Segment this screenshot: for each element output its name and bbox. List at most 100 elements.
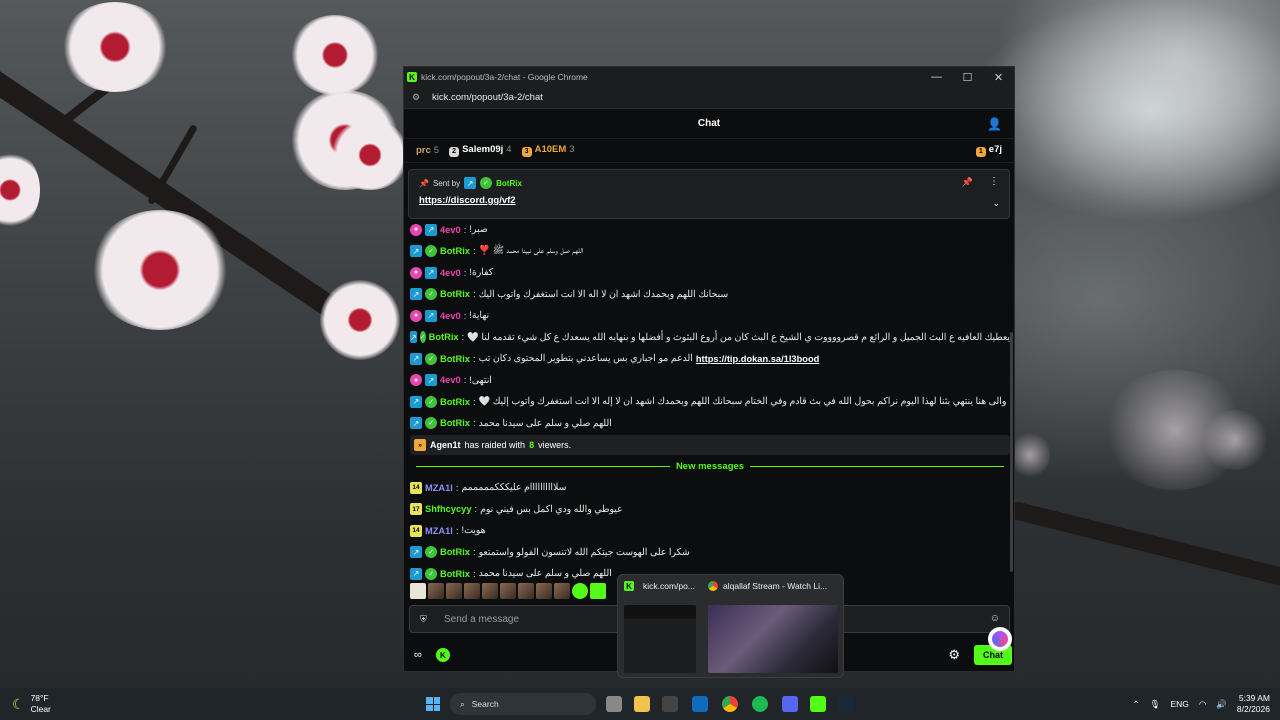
emote[interactable] (590, 583, 606, 599)
close-icon[interactable]: ✕ (983, 67, 1014, 87)
emote[interactable] (410, 583, 426, 599)
chat-message[interactable]: ↗ ✓ BotRix: الدعم مو اجباري بس يساعدني بتطو… (410, 348, 1010, 370)
emote[interactable] (464, 583, 480, 599)
message-placeholder[interactable]: Send a message (444, 614, 519, 625)
chat-username[interactable]: BotRix (440, 569, 470, 579)
bot-badge-icon: ↗ (410, 245, 422, 258)
verified-badge-icon: ✓ (425, 245, 437, 258)
chat-username[interactable]: BotRix (440, 289, 470, 299)
emote[interactable] (482, 583, 498, 599)
user-settings-icon[interactable]: 👤 (987, 117, 1002, 131)
kick-points-icon[interactable]: K (435, 648, 450, 662)
pinned-link[interactable]: https://discord.gg/vf2 (419, 195, 999, 206)
chevron-down-icon[interactable]: ⌄ (992, 198, 1000, 209)
leaderboard-item[interactable]: 3 A10EM 3 (521, 144, 575, 157)
chat-text: كفارة! (469, 267, 494, 278)
store-icon[interactable] (662, 696, 678, 712)
window-titlebar[interactable]: K kick.com/popout/3a-2/chat - Google Chr… (404, 67, 1014, 87)
og-badge-icon: ● (410, 309, 422, 322)
emote[interactable] (518, 583, 534, 599)
taskbar-search[interactable]: ⌕ Search (450, 693, 596, 715)
leaderboard-item[interactable]: prc 5 (416, 145, 439, 156)
chat-message[interactable]: ● ↗ 4ev0: صبر! (410, 219, 1010, 241)
emote[interactable] (500, 583, 516, 599)
chat-username[interactable]: MZA1l (425, 526, 453, 536)
minimize-icon[interactable]: — (921, 67, 952, 87)
gear-icon[interactable]: ⚙ (948, 647, 960, 663)
chat-message[interactable]: ↗ ✓ BotRix: والى هنا ينتهي بثنا لهذا اليوم … (410, 391, 1010, 413)
clock[interactable]: 5:39 AM 8/2/2026 (1237, 693, 1270, 715)
og-badge-icon: ● (410, 223, 422, 236)
chat-username[interactable]: BotRix (429, 332, 459, 342)
emote[interactable] (428, 583, 444, 599)
chat-username[interactable]: BotRix (440, 246, 470, 256)
chat-message[interactable]: ● ↗ 4ev0: انتهى! (410, 370, 1010, 392)
wifi-icon[interactable]: ◠ (1199, 699, 1206, 710)
pin-icon[interactable]: 📌 (962, 177, 973, 188)
badge-icon: ↗ (425, 266, 437, 279)
chat-message[interactable]: 14 MZA1l: هويت! (410, 520, 1010, 542)
chrome-taskbar-icon[interactable] (722, 696, 738, 712)
site-info-icon[interactable]: ⚙ (412, 92, 426, 103)
chat-message[interactable]: ↗ ✓ BotRix: اللهم صل وسلم على نبينا محمد ﷺ … (410, 241, 1010, 263)
address-bar[interactable]: ⚙ kick.com/popout/3a-2/chat (404, 87, 1014, 109)
chat-username[interactable]: BotRix (440, 397, 470, 407)
chat-message[interactable]: ↗ ✓ BotRix: سبحانك اللهم وبحمدك اشهد ان لا … (410, 284, 1010, 306)
chat-username[interactable]: Shfhcycyy (425, 504, 472, 514)
preview-thumb-2[interactable] (708, 605, 838, 673)
url-text[interactable]: kick.com/popout/3a-2/chat (432, 92, 543, 103)
kick-logo-icon: K (624, 581, 634, 591)
points-icon[interactable]: ∞ (414, 649, 422, 661)
emote[interactable] (572, 583, 588, 599)
kick-taskbar-icon[interactable] (810, 696, 826, 712)
emoji-icon[interactable]: ☺ (990, 613, 1000, 624)
chat-message[interactable]: ↗ ✓ BotRix: يعطيك العافيه ع البث الجميل و ا… (410, 327, 1010, 349)
preview-tab-1[interactable]: K kick.com/po... (624, 581, 695, 591)
more-options-icon[interactable]: ⋮ (989, 176, 999, 187)
chat-username[interactable]: MZA1l (425, 483, 453, 493)
chat-username[interactable]: 4ev0 (440, 311, 461, 321)
emote[interactable] (554, 583, 570, 599)
maximize-icon[interactable]: ☐ (952, 67, 983, 87)
chat-text: والى هنا ينتهي بثنا لهذا اليوم نراكم بحو… (478, 396, 1007, 407)
chat-message[interactable]: ● ↗ 4ev0: كفارة! (410, 262, 1010, 284)
chat-message[interactable]: 17 Shfhcycyy: عيوطي والله ودي اكمل بس فيني… (410, 499, 1010, 521)
spotify-icon[interactable] (752, 696, 768, 712)
chat-message[interactable]: ● ↗ 4ev0: نهاية! (410, 305, 1010, 327)
chat-username[interactable]: BotRix (440, 547, 470, 557)
emote[interactable] (446, 583, 462, 599)
speaker-icon[interactable]: 🔊 (1216, 699, 1227, 710)
chat-username[interactable]: 4ev0 (440, 268, 461, 278)
preview-tab-2[interactable]: alqallaf Stream - Watch Li... (708, 581, 827, 591)
chat-message[interactable]: ↗ ✓ BotRix: شكرا على الهوست جيتكم الله لاتن… (410, 542, 1010, 564)
file-explorer-icon[interactable] (634, 696, 650, 712)
chat-message[interactable]: ↗ ✓ BotRix: اللهم صلي و سلم على سيدنا محمد (410, 413, 1010, 435)
verified-badge-icon: ✓ (425, 567, 437, 580)
chat-message[interactable]: 14 MZA1l: سلاااااااااام عليكككمممممم (410, 477, 1010, 499)
chat-username[interactable]: BotRix (440, 418, 470, 428)
chat-link[interactable]: https://tip.dokan.sa/1l3bood (696, 354, 819, 364)
floating-app-icon[interactable] (988, 627, 1012, 651)
mail-icon[interactable] (692, 696, 708, 712)
steam-icon[interactable] (838, 696, 854, 712)
raid-user[interactable]: Agen1t (430, 440, 461, 450)
weather-widget[interactable]: ☾ 78°F Clear (12, 693, 51, 715)
task-view-icon[interactable] (606, 696, 622, 712)
chevron-up-icon[interactable]: ⌃ (1133, 699, 1140, 710)
leaderboard-item[interactable]: 2 Salem09j 4 (449, 144, 512, 157)
windows-start-icon[interactable] (426, 697, 440, 711)
pinned-user[interactable]: BotRix (496, 179, 522, 188)
chat-username[interactable]: 4ev0 (440, 225, 461, 235)
chat-username[interactable]: 4ev0 (440, 375, 461, 385)
preview-thumb-1[interactable] (624, 605, 696, 673)
language-indicator[interactable]: ENG (1170, 699, 1188, 709)
pinned-message[interactable]: 📌 Sent by ↗ ✓ BotRix https://discord.gg/… (408, 169, 1010, 219)
scrollbar[interactable] (1010, 332, 1013, 572)
mic-icon[interactable]: 🎙 (1150, 699, 1161, 710)
leaderboard-item[interactable]: 1 e7j (975, 144, 1002, 157)
subscriber-badge-icon: 14 (410, 524, 422, 537)
discord-icon[interactable] (782, 696, 798, 712)
emote[interactable] (536, 583, 552, 599)
verified-badge-icon: ✓ (425, 352, 437, 365)
chat-username[interactable]: BotRix (440, 354, 470, 364)
